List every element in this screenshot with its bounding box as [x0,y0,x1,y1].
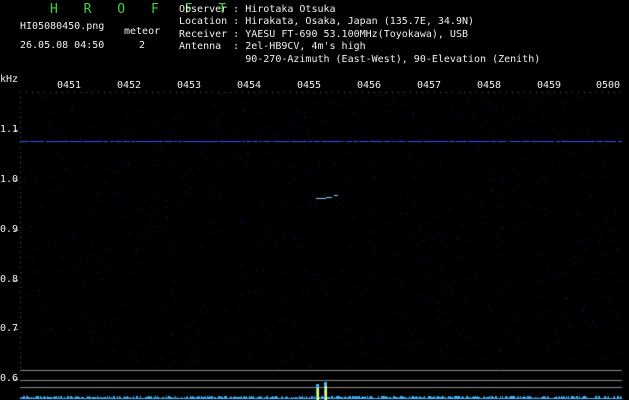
antenna-line: Antenna : 2el-HB9CV, 4m's high [179,41,366,53]
meteor-label: meteor [124,26,161,37]
time-label-0456: 0456 [357,80,382,91]
time-label-0451: 0451 [57,80,82,91]
y-unit-label: kHz [0,74,19,85]
time-label-0459: 0459 [537,80,562,91]
station-info: Observer : Hirotaka Otsuka Location : Hir… [179,4,540,66]
observer-line: Observer : Hirotaka Otsuka [179,4,336,15]
time-label-0453: 0453 [177,80,202,91]
time-label-0500: 0500 [596,80,621,91]
time-label-0455: 0455 [297,80,322,91]
freq-label-0.6: 0.6 [0,373,19,384]
antenna-line-2: 90-270-Azimuth (East-West), 90-Elevation… [179,53,541,65]
time-label-0457: 0457 [417,80,442,91]
freq-label-0.7: 0.7 [0,323,19,334]
time-label-0458: 0458 [477,80,502,91]
freq-label-0.8: 0.8 [0,274,19,285]
meteor-count: 2 [139,40,146,51]
location-line: Location : Hirakata, Osaka, Japan (135.7… [179,16,475,28]
freq-label-0.9: 0.9 [0,224,19,235]
timestamp: 26.05.08 04:50 [20,40,105,51]
freq-label-1.0: 1.0 [0,174,19,185]
time-label-0452: 0452 [117,80,142,91]
time-label-0454: 0454 [237,80,262,91]
file-name: HI05080450.png [20,21,105,32]
receiver-line: Receiver : YAESU FT-690 53.100MHz(Toyoka… [179,28,468,40]
freq-label-1.1: 1.1 [0,124,19,135]
